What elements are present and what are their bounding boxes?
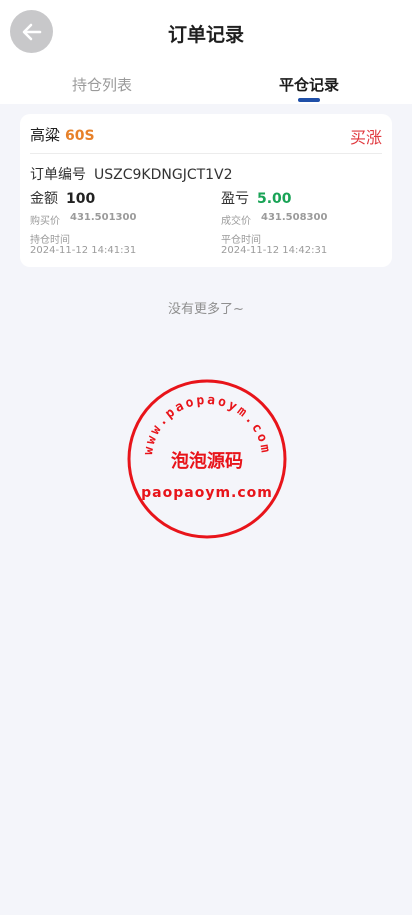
- active-tab-indicator: [298, 98, 320, 102]
- watermark-bottom-text: paopaoym.com: [141, 485, 273, 501]
- svg-text:www.paopaoym.com: www.paopaoym.com: [141, 393, 273, 456]
- tab-closed-records[interactable]: 平仓记录: [279, 74, 339, 95]
- buy-price-row: 购买价 431.501300: [30, 212, 136, 227]
- tab-positions[interactable]: 持仓列表: [72, 74, 132, 95]
- card-divider: [30, 153, 382, 154]
- order-number-row: 订单编号 USZC9KDNGJCT1V2: [30, 164, 233, 184]
- open-time-label: 持仓时间: [30, 235, 70, 246]
- header-bar: 订单记录 持仓列表 平仓记录: [0, 0, 412, 104]
- close-time-label: 平仓时间: [221, 235, 261, 246]
- product-title: 高粱 60S: [30, 124, 95, 145]
- watermark-stamp: www.paopaoym.com 泡泡源码 paopaoym.com: [127, 379, 287, 539]
- close-time-value: 2024-11-12 14:42:31: [221, 245, 328, 256]
- pnl-field: 盈亏 5.00: [221, 188, 292, 208]
- order-number-value: USZC9KDNGJCT1V2: [94, 167, 233, 183]
- amount-field: 金额 100: [30, 188, 95, 208]
- deal-price-label: 成交价: [221, 216, 251, 227]
- order-card[interactable]: 高粱 60S 买涨 订单编号 USZC9KDNGJCT1V2 金额 100 盈亏 …: [20, 114, 392, 267]
- open-time-value: 2024-11-12 14:41:31: [30, 245, 137, 256]
- deal-price-row: 成交价 431.508300: [221, 212, 327, 227]
- pnl-label: 盈亏: [221, 191, 249, 207]
- order-number-label: 订单编号: [30, 167, 86, 183]
- watermark-top-text: www.paopaoym.com: [141, 393, 270, 456]
- pnl-value: 5.00: [257, 191, 292, 207]
- buy-price-value: 431.501300: [70, 212, 137, 223]
- amount-value: 100: [66, 191, 96, 207]
- direction-badge: 买涨: [349, 128, 382, 147]
- product-name: 高粱: [30, 126, 61, 144]
- amount-label: 金额: [30, 191, 58, 207]
- page-title: 订单记录: [167, 24, 244, 46]
- watermark-center-text: 泡泡源码: [171, 450, 243, 472]
- list-end-text: 没有更多了~: [168, 302, 244, 317]
- product-period: 60S: [65, 128, 95, 144]
- buy-price-label: 购买价: [30, 216, 60, 227]
- deal-price-value: 431.508300: [261, 212, 328, 223]
